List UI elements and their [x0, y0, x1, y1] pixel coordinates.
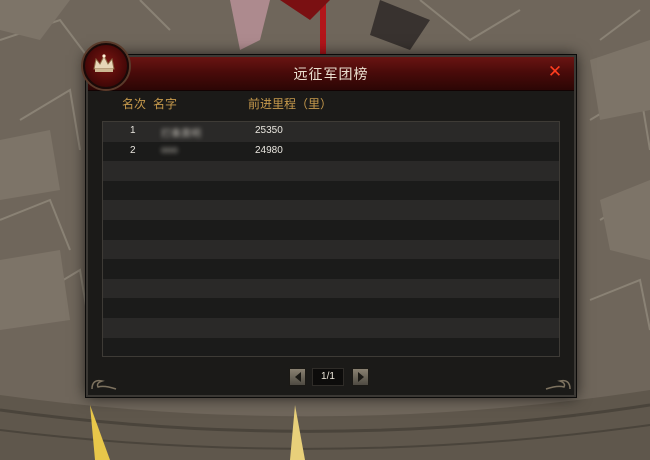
prev-page-button[interactable]: [289, 368, 306, 386]
dialog-title: 远征军团榜: [293, 67, 369, 83]
column-header-name: 名字: [153, 97, 178, 111]
table-row: [103, 200, 559, 220]
page-indicator: 1/1: [312, 368, 344, 386]
column-header-rank: 名次: [122, 97, 147, 111]
table-row: [103, 220, 559, 240]
crown-icon: [83, 43, 129, 89]
table-row: [103, 161, 559, 181]
distance-cell: 25350: [255, 125, 283, 136]
name-cell: ooo: [161, 144, 178, 156]
close-icon[interactable]: ✕: [546, 63, 564, 81]
name-cell: 打奏黄明: [161, 129, 201, 140]
dialog-title-bar[interactable]: 远征军团榜 ✕: [88, 57, 574, 91]
table-row[interactable]: 2 ooo 24980: [103, 141, 559, 162]
table-row: [103, 259, 559, 279]
distance-cell: 24980: [255, 144, 283, 156]
table-row: [103, 298, 559, 318]
table-row: [103, 318, 559, 338]
ranking-dialog: 远征军团榜 ✕ 名次 名字 前进里程（里） 1 打奏黄明 25350 2 ooo…: [83, 43, 576, 397]
rank-cell: 1: [130, 125, 136, 136]
pagination: 1/1: [88, 367, 574, 389]
next-page-button[interactable]: [352, 368, 369, 386]
table-row[interactable]: 1 打奏黄明 25350: [103, 122, 559, 142]
table-row: [103, 278, 559, 299]
table-row: [103, 239, 559, 260]
corner-ornament-left: [91, 379, 117, 390]
arrow-right-icon: [358, 372, 364, 382]
corner-ornament-right: [545, 379, 571, 390]
arrow-left-icon: [295, 372, 301, 382]
ranking-table: 1 打奏黄明 25350 2 ooo 24980: [102, 121, 560, 357]
column-header-distance: 前进里程（里）: [248, 97, 333, 111]
table-row: [103, 337, 559, 356]
table-row: [103, 180, 559, 201]
column-headers: 名次 名字 前进里程（里）: [88, 95, 574, 113]
rank-cell: 2: [130, 144, 136, 156]
